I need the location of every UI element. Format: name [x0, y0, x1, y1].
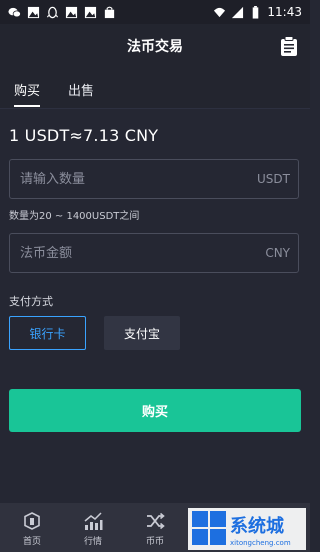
cny-amount-input[interactable] — [20, 234, 230, 272]
bag-icon — [104, 6, 115, 18]
tab-sell[interactable]: 出售 — [68, 80, 94, 99]
cny-amount-field[interactable]: CNY — [9, 233, 299, 273]
amount-unit: USDT — [257, 172, 290, 186]
nav-item-market[interactable]: 行情 — [62, 503, 124, 552]
watermark-url: xitongcheng.com — [230, 539, 291, 547]
nav-item-home[interactable]: 首页 — [1, 503, 63, 552]
active-tab-indicator — [14, 105, 40, 107]
watermark-logo: 系统城 xitongcheng.com — [188, 508, 306, 550]
chart-icon — [84, 512, 103, 530]
nav-label-home: 首页 — [22, 537, 41, 547]
nav-label-market: 行情 — [83, 537, 102, 547]
payment-option-bank-card[interactable]: 银行卡 — [9, 316, 86, 350]
exchange-rate: 1 USDT≈7.13 CNY — [9, 126, 159, 145]
signal-icon — [232, 6, 244, 18]
trade-tabs: 购买 出售 — [0, 68, 310, 109]
cny-unit: CNY — [265, 246, 290, 260]
payment-method-label: 支付方式 — [9, 295, 53, 308]
tab-buy[interactable]: 购买 — [14, 80, 40, 99]
status-bar: 11:43 — [0, 0, 310, 24]
status-icons-left — [8, 6, 116, 19]
amount-field[interactable]: USDT — [9, 159, 299, 199]
status-icons-right: 11:43 — [213, 5, 302, 19]
amount-input[interactable] — [20, 160, 230, 198]
wechat-icon — [8, 7, 21, 17]
nav-item-coin-trade[interactable]: 币币 — [124, 503, 186, 552]
payment-option-alipay[interactable]: 支付宝 — [104, 316, 180, 350]
image-icon — [65, 6, 78, 18]
amount-range-hint: 数量为20 ~ 1400USDT之间 — [9, 211, 140, 222]
wifi-icon — [214, 7, 226, 17]
buy-button[interactable]: 购买 — [9, 389, 301, 432]
shuffle-icon — [147, 512, 165, 530]
status-time: 11:43 — [267, 5, 302, 19]
watermark-brand: 系统城 — [230, 515, 284, 537]
image-icon — [84, 6, 97, 18]
battery-icon — [253, 5, 259, 19]
image-icon — [27, 6, 40, 18]
qq-icon — [46, 6, 59, 18]
page-title: 法币交易 — [127, 39, 183, 55]
clipboard-icon[interactable] — [280, 36, 298, 56]
home-icon — [24, 512, 40, 530]
nav-label-coin-trade: 币币 — [145, 537, 164, 547]
app-header: 法币交易 — [0, 24, 310, 68]
